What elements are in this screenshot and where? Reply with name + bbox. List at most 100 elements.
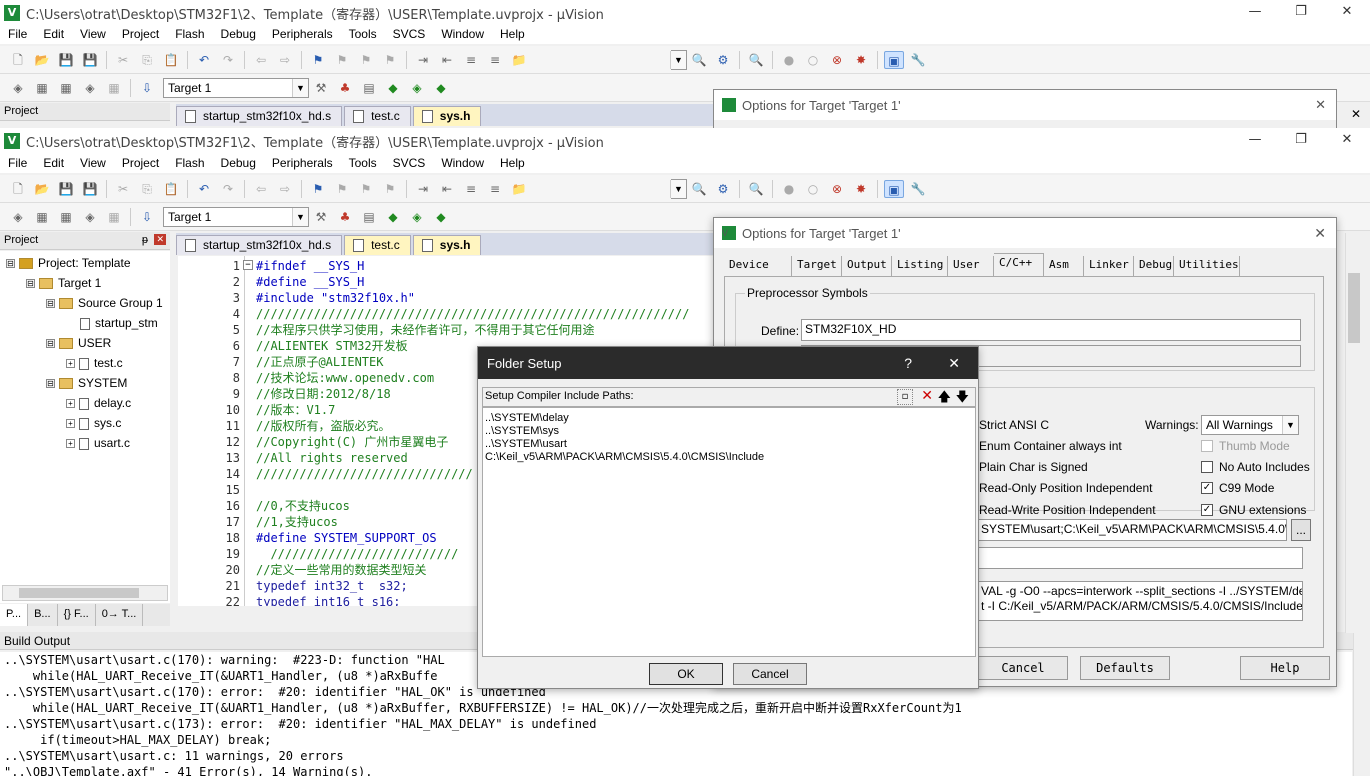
menu-help[interactable]: Help [492, 27, 533, 41]
tab-listing[interactable]: Listing [892, 256, 948, 276]
build-output-line[interactable]: "..\OBJ\Template.axf" - 41 Error(s), 14 … [4, 764, 1352, 776]
options-defaults-button[interactable]: Defaults [1080, 656, 1170, 680]
breakpoint-kill-all-icon[interactable]: ✸ [851, 51, 871, 69]
menu-file[interactable]: File [0, 27, 35, 41]
tab-linker[interactable]: Linker [1084, 256, 1134, 276]
menu-tools[interactable]: Tools [341, 156, 385, 170]
expand-icon[interactable]: + [66, 439, 75, 449]
options-cancel-button[interactable]: Cancel [978, 656, 1068, 680]
code-line[interactable]: ////////////////////////// [256, 546, 458, 562]
checkbox[interactable] [1201, 461, 1213, 473]
manage-rte-icon[interactable]: ▤ [359, 79, 379, 97]
collapse-icon[interactable]: ⊟ [26, 279, 35, 289]
rebuild-icon[interactable]: ▦ [56, 79, 76, 97]
tree-node-delay-c[interactable]: + delay.c [66, 393, 131, 413]
find-icon[interactable]: 🔍 [689, 180, 709, 198]
code-line[interactable]: //0,不支持ucos [256, 498, 350, 514]
breakpoint-disable-all-icon[interactable]: ⊗ [827, 51, 847, 69]
option-label[interactable]: Enum Container always int [979, 439, 1122, 453]
save-icon[interactable]: 💾 [56, 180, 76, 198]
tree-node-source-group[interactable]: ⊟ Source Group 1 [46, 293, 163, 313]
tree-node-user[interactable]: ⊟ USER [46, 333, 111, 353]
checkbox-label[interactable]: C99 Mode [1219, 481, 1274, 495]
tree-node-sys-c[interactable]: + sys.c [66, 413, 121, 433]
build-icon[interactable]: ▦ [32, 79, 52, 97]
tab-test-c[interactable]: test.c [344, 106, 411, 126]
save-all-icon[interactable]: 💾 [80, 180, 100, 198]
stop-build-icon[interactable]: ▦ [104, 79, 124, 97]
fold-toggle-icon[interactable]: − [243, 260, 253, 270]
target-options-icon[interactable]: ⚒ [311, 208, 331, 226]
save-icon[interactable]: 💾 [56, 51, 76, 69]
code-line[interactable]: typedef int32_t s32; [256, 578, 408, 594]
tab-test-c[interactable]: test.c [344, 235, 411, 255]
bookmark-icon[interactable]: ⚑ [308, 180, 328, 198]
find-combo[interactable]: ▼ [670, 178, 687, 199]
tree-node-usart-c[interactable]: + usart.c [66, 433, 130, 453]
pin-icon[interactable]: ᵽ [142, 234, 148, 246]
manage-project-icon[interactable]: ♣ [335, 79, 355, 97]
select-packs-icon[interactable]: ◆ [383, 208, 403, 226]
tab-books[interactable]: B... [28, 604, 58, 626]
checkbox-label[interactable]: GNU extensions [1219, 503, 1306, 517]
download-icon[interactable]: ⇩ [137, 79, 157, 97]
option-label[interactable]: Read-Write Position Independent [979, 503, 1156, 517]
collapse-icon[interactable]: ⊟ [46, 339, 55, 349]
define-input[interactable]: STM32F10X_HD [801, 319, 1301, 341]
translate-icon[interactable]: ◈ [8, 79, 28, 97]
misc-controls-input[interactable] [977, 547, 1303, 569]
cut-icon[interactable]: ✂ [113, 51, 133, 69]
open-icon[interactable]: 📂 [32, 180, 52, 198]
uncomment-icon[interactable]: ≡ [485, 180, 505, 198]
breakpoint-kill-all-icon[interactable]: ✸ [851, 180, 871, 198]
restore-button[interactable]: ❐ [1278, 128, 1324, 154]
redo-icon[interactable]: ↷ [218, 180, 238, 198]
code-line[interactable]: #define SYSTEM_SUPPORT_OS [256, 530, 437, 546]
collapse-icon[interactable]: ⊟ [46, 299, 55, 309]
breakpoint-enable-icon[interactable]: ○ [803, 180, 823, 198]
code-line[interactable]: //定义一些常用的数据类型短关 [256, 562, 426, 578]
tab-user[interactable]: User [948, 256, 994, 276]
new-file-icon[interactable]: 🗋 [8, 51, 28, 69]
code-line[interactable]: ////////////////////////////// [256, 466, 473, 482]
code-line[interactable]: //1,支持ucos [256, 514, 338, 530]
menu-svcs[interactable]: SVCS [385, 27, 434, 41]
tree-node-startup[interactable]: startup_stm [80, 313, 158, 333]
code-line[interactable]: #ifndef __SYS_H [256, 258, 364, 274]
paste-icon[interactable]: 📋 [161, 180, 181, 198]
menu-project[interactable]: Project [114, 27, 167, 41]
comment-icon[interactable]: ≡ [461, 51, 481, 69]
code-line[interactable]: #include "stm32f10x.h" [256, 290, 415, 306]
find-in-files-icon[interactable]: 📁 [509, 180, 529, 198]
checkbox[interactable]: ✓ [1201, 504, 1213, 516]
build-output-line[interactable]: while(HAL_UART_Receive_IT(&UART1_Handler… [4, 700, 1352, 716]
runtime-icon[interactable]: ◆ [431, 79, 451, 97]
tab-target[interactable]: Target [792, 256, 842, 276]
menu-window[interactable]: Window [433, 156, 492, 170]
restore-button[interactable]: ❐ [1278, 0, 1324, 26]
menu-help[interactable]: Help [492, 156, 533, 170]
menu-peripherals[interactable]: Peripherals [264, 27, 341, 41]
checkbox[interactable] [1201, 440, 1213, 452]
expand-icon[interactable]: + [66, 399, 75, 409]
find-combo[interactable]: ▼ [670, 49, 687, 70]
menu-debug[interactable]: Debug [213, 156, 264, 170]
nav-forward-icon[interactable]: ⇨ [275, 180, 295, 198]
minimize-button[interactable]: — [1232, 0, 1278, 26]
runtime-icon[interactable]: ◆ [431, 208, 451, 226]
bookmark-icon[interactable]: ⚑ [308, 51, 328, 69]
new-file-icon[interactable]: 🗋 [8, 180, 28, 198]
dialog-close-button[interactable]: ✕ [1314, 225, 1326, 242]
tab-c-c-[interactable]: C/C++ [994, 253, 1044, 276]
tab-sys-h[interactable]: sys.h [412, 235, 482, 255]
comment-icon[interactable]: ≡ [461, 180, 481, 198]
nav-back-icon[interactable]: ⇦ [251, 51, 271, 69]
menu-tools[interactable]: Tools [341, 27, 385, 41]
tab-startup[interactable]: startup_stm32f10x_hd.s [176, 106, 343, 126]
close-button[interactable]: ✕ [1324, 128, 1370, 154]
bookmark-next-icon[interactable]: ⚑ [356, 180, 376, 198]
path-item[interactable]: ..\SYSTEM\delay [485, 412, 973, 425]
menu-svcs[interactable]: SVCS [385, 156, 434, 170]
redo-icon[interactable]: ↷ [218, 51, 238, 69]
build-output-line[interactable]: if(timeout>HAL_MAX_DELAY) break; [4, 732, 1352, 748]
